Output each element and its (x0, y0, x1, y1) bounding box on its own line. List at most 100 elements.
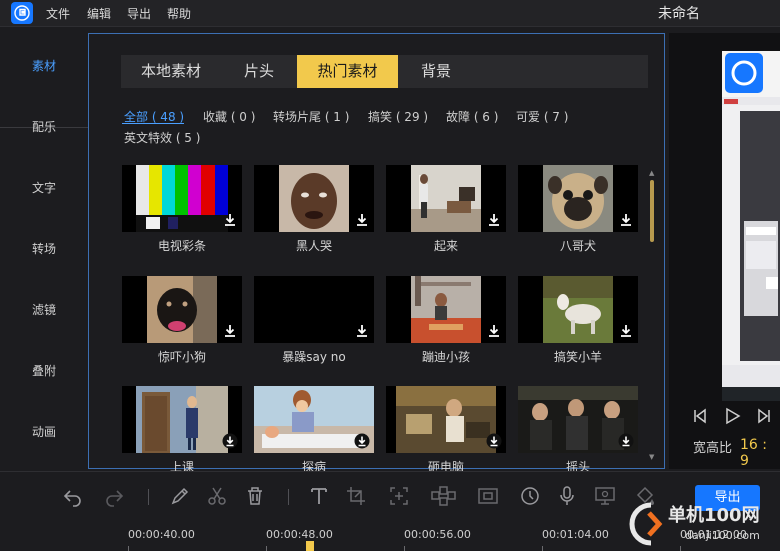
redo-icon[interactable] (103, 485, 125, 507)
frame-icon[interactable] (477, 485, 499, 507)
menu-export[interactable]: 导出 (127, 5, 151, 22)
download-icon[interactable] (486, 433, 502, 449)
download-icon[interactable] (222, 212, 238, 228)
zoom-icon[interactable] (388, 485, 410, 507)
media-scrollbar[interactable]: ▲ ▼ (649, 170, 655, 461)
tab-hot-media[interactable]: 热门素材 (297, 55, 398, 88)
media-thumb-goat[interactable] (518, 276, 638, 343)
timeline-tick-label: 00:00:40.00 (128, 528, 195, 541)
media-thumb-room-person[interactable] (386, 165, 506, 232)
media-label: 电视彩条 (157, 239, 206, 253)
timeline-tick-label: 00:00:48.00 (266, 528, 333, 541)
undo-icon[interactable] (62, 485, 84, 507)
media-label: 起来 (433, 239, 458, 253)
sidebar-item-overlay[interactable]: 叠附 (0, 341, 88, 402)
download-icon[interactable] (354, 433, 370, 449)
site-watermark: 单机100网 danji100.com (625, 497, 780, 551)
menu-file[interactable]: 文件 (46, 5, 70, 22)
menu-edit[interactable]: 编辑 (87, 5, 111, 22)
play-icon[interactable] (721, 405, 743, 427)
sidebar-item-text[interactable]: 文字 (0, 158, 88, 219)
delete-icon[interactable] (244, 485, 266, 507)
download-icon[interactable] (486, 212, 502, 228)
preview-panel: 宽高比 16 : 9 (669, 33, 780, 469)
tab-intro[interactable]: 片头 (221, 55, 297, 88)
media-thumb-man-crying[interactable] (254, 165, 374, 232)
download-icon[interactable] (618, 212, 634, 228)
sidebar-item-material[interactable]: 素材 (0, 36, 88, 97)
tab-background[interactable]: 背景 (398, 55, 474, 88)
media-label: 黑人哭 (295, 239, 332, 253)
duration-icon[interactable] (519, 485, 541, 507)
timeline-tick (128, 546, 129, 551)
microphone-icon[interactable] (556, 485, 578, 507)
toolbar-divider (288, 489, 289, 505)
crop-icon[interactable] (345, 485, 367, 507)
sidebar-item-transition[interactable]: 转场 (0, 219, 88, 280)
media-label: 搞笑小羊 (553, 350, 602, 364)
watermark-text: 单机100网 (668, 505, 760, 526)
title-bar: 文件 编辑 导出 帮助 未命名 (0, 0, 780, 27)
watermark-logo-icon (629, 502, 663, 546)
mosaic-icon[interactable] (430, 485, 458, 507)
category-transition-ending[interactable]: 转场片尾 ( 1 ) (273, 108, 349, 125)
media-label: 八哥犬 (559, 239, 596, 253)
scroll-up-icon[interactable]: ▲ (649, 170, 655, 177)
download-icon[interactable] (354, 212, 370, 228)
timeline-tick-label: 00:01:04.00 (542, 528, 609, 541)
sidebar: 素材 配乐 文字 转场 滤镜 叠附 动画 (0, 33, 88, 469)
timeline-tick-label: 00:00:56.00 (404, 528, 471, 541)
media-thumb-pug[interactable] (518, 165, 638, 232)
document-title: 未命名 (658, 6, 700, 22)
tab-local-media[interactable]: 本地素材 (121, 55, 221, 88)
media-thumb-men-car[interactable] (518, 386, 638, 453)
media-thumb-cartoon-bed[interactable] (254, 386, 374, 453)
next-frame-icon[interactable] (753, 405, 775, 427)
menu-help[interactable]: 帮助 (167, 5, 191, 22)
text-icon[interactable] (308, 485, 330, 507)
media-label: 暴躁say no (282, 350, 346, 364)
timeline-tick (542, 546, 543, 551)
media-label: 蹦迪小孩 (421, 350, 470, 364)
aspect-ratio-value[interactable]: 16 : 9 (740, 437, 780, 469)
aspect-ratio-label: 宽高比 (693, 441, 733, 456)
download-icon[interactable] (618, 433, 634, 449)
media-thumb-office[interactable] (386, 386, 506, 453)
timeline-tick (266, 546, 267, 551)
app-window: 文件 编辑 导出 帮助 未命名 素材 配乐 文字 转场 滤镜 叠附 动画 本地素… (0, 0, 780, 551)
category-glitch[interactable]: 故障 ( 6 ) (446, 108, 498, 125)
media-thumb-color-bars[interactable] (122, 165, 242, 232)
sidebar-item-filter[interactable]: 滤镜 (0, 280, 88, 341)
pencil-icon[interactable] (169, 485, 191, 507)
category-cute[interactable]: 可爱 ( 7 ) (516, 108, 568, 125)
media-thumb-dancing-kid[interactable] (386, 276, 506, 343)
media-panel: 本地素材 片头 热门素材 背景 全部 ( 48 ) 收藏 ( 0 ) 转场片尾 … (88, 33, 665, 474)
app-logo-icon (11, 2, 33, 24)
prev-frame-icon[interactable] (689, 405, 711, 427)
category-active-underline (122, 123, 184, 124)
category-favorites[interactable]: 收藏 ( 0 ) (203, 108, 255, 125)
timeline-tick (404, 546, 405, 551)
category-english-effects[interactable]: 英文特效 ( 5 ) (124, 129, 200, 146)
preview-video[interactable] (722, 51, 780, 401)
sidebar-item-music[interactable]: 配乐 (0, 97, 88, 158)
sidebar-item-animation[interactable]: 动画 (0, 402, 88, 463)
category-funny[interactable]: 搞笑 ( 29 ) (368, 108, 428, 125)
media-label: 惊吓小狗 (157, 350, 206, 364)
media-tabs: 本地素材 片头 热门素材 背景 (121, 55, 648, 88)
scrollbar-thumb[interactable] (650, 180, 654, 242)
scroll-down-icon[interactable]: ▼ (649, 454, 655, 461)
media-thumb-black[interactable] (254, 276, 374, 343)
download-icon[interactable] (222, 433, 238, 449)
playhead[interactable] (306, 541, 314, 551)
download-icon[interactable] (222, 323, 238, 339)
media-thumb-black-dog[interactable] (122, 276, 242, 343)
toolbar-divider (148, 489, 149, 505)
download-icon[interactable] (354, 323, 370, 339)
screen-record-icon[interactable] (594, 485, 616, 507)
download-icon[interactable] (486, 323, 502, 339)
download-icon[interactable] (618, 323, 634, 339)
media-thumb-cartoon-class[interactable] (122, 386, 242, 453)
scissors-icon[interactable] (206, 485, 228, 507)
watermark-url: danji100.com (685, 529, 760, 542)
